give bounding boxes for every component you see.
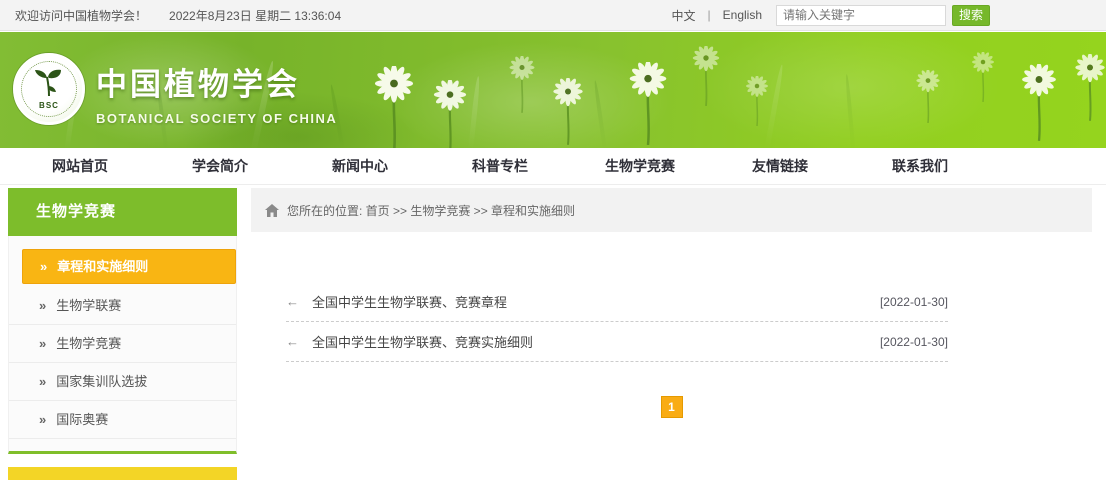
grass-blade [765, 64, 785, 148]
double-arrow-icon: » [40, 249, 47, 284]
sidebar-item-label: 国际奥赛 [56, 401, 108, 439]
daisy-icon [912, 70, 944, 123]
search-input[interactable] [776, 5, 946, 26]
daisy-icon [368, 66, 420, 148]
daisy-icon [1016, 64, 1062, 141]
topbar-right: 中文 | English 搜索 [672, 5, 991, 26]
sidebar: 生物学竞赛 » 章程和实施细则 » 生物学联赛 » 生物学竞赛 » 国家集训队选… [8, 188, 237, 454]
article-list: ← 全国中学生生物学联赛、竞赛章程 [2022-01-30] ← 全国中学生生物… [251, 232, 1092, 362]
main-content: 您所在的位置: 首页 >> 生物学竞赛 >> 章程和实施细则 ← 全国中学生生物… [251, 188, 1092, 480]
sidebar-title: 生物学竞赛 [8, 188, 237, 236]
sidebar-item-label: 章程和实施细则 [57, 249, 148, 284]
search-button[interactable]: 搜索 [952, 5, 990, 26]
logo-ring [21, 61, 77, 117]
main-nav: 网站首页 学会简介 新闻中心 科普专栏 生物学竞赛 友情链接 联系我们 [0, 148, 1106, 185]
arrow-icon: ← [286, 294, 299, 309]
site-subtitle: BOTANICAL SOCIETY OF CHINA [96, 111, 337, 126]
light-patch [390, 42, 670, 148]
page: 欢迎访问中国植物学会！ 2022年8月23日 星期二 13:36:04 中文 |… [0, 0, 1106, 480]
article-date: [2022-01-30] [880, 295, 948, 309]
nav-item-science[interactable]: 科普专栏 [430, 156, 570, 176]
home-icon [265, 204, 279, 217]
nav-item-news[interactable]: 新闻中心 [290, 156, 430, 176]
daisy-icon [742, 76, 772, 126]
lang-divider: | [708, 8, 711, 22]
double-arrow-icon: » [39, 363, 46, 401]
sidebar-item-label: 生物学竞赛 [56, 325, 121, 363]
topbar: 欢迎访问中国植物学会！ 2022年8月23日 星期二 13:36:04 中文 |… [0, 0, 1106, 31]
lang-chinese-link[interactable]: 中文 [672, 7, 696, 24]
site-title-block: 中国植物学会 BOTANICAL SOCIETY OF CHINA [96, 59, 337, 126]
site-header: BSC 中国植物学会 BOTANICAL SOCIETY OF CHINA [0, 32, 1106, 148]
light-patch [700, 32, 1000, 148]
society-logo[interactable]: BSC [13, 53, 85, 125]
sidebar-next-section [8, 467, 237, 480]
arrow-icon: ← [286, 334, 299, 349]
double-arrow-icon: » [39, 287, 46, 325]
double-arrow-icon: » [39, 325, 46, 363]
article-date: [2022-01-30] [880, 335, 948, 349]
sidebar-item-regulations[interactable]: » 章程和实施细则 [22, 249, 236, 284]
sidebar-item-biology-league[interactable]: » 生物学联赛 [9, 287, 236, 325]
nav-item-biology-competition[interactable]: 生物学竞赛 [570, 156, 710, 176]
daisy-icon [688, 46, 724, 106]
pagination: 1 [251, 396, 1092, 418]
grass-blade [845, 74, 856, 148]
daisy-icon [505, 56, 539, 113]
nav-item-home[interactable]: 网站首页 [10, 156, 150, 176]
sidebar-menu: » 章程和实施细则 » 生物学联赛 » 生物学竞赛 » 国家集训队选拔 » 国际… [8, 236, 237, 454]
daisy-icon [428, 80, 472, 148]
nav-item-contact[interactable]: 联系我们 [850, 156, 990, 176]
grass-blade [468, 76, 481, 148]
breadcrumb-label: 您所在的位置: 首页 >> 生物学竞赛 >> 章程和实施细则 [287, 202, 575, 219]
sidebar-item-biology-competition[interactable]: » 生物学竞赛 [9, 325, 236, 363]
nav-item-about[interactable]: 学会简介 [150, 156, 290, 176]
nav-item-links[interactable]: 友情链接 [710, 156, 850, 176]
daisy-icon [968, 52, 998, 102]
sidebar-item-label: 生物学联赛 [56, 287, 121, 325]
article-row: ← 全国中学生生物学联赛、竞赛实施细则 [2022-01-30] [286, 322, 948, 362]
daisy-icon [1070, 54, 1106, 121]
daisy-icon [548, 78, 588, 145]
double-arrow-icon: » [39, 401, 46, 439]
sidebar-item-label: 国家集训队选拔 [56, 363, 147, 401]
article-row: ← 全国中学生生物学联赛、竞赛章程 [2022-01-30] [286, 282, 948, 322]
pagination-page-1[interactable]: 1 [661, 396, 683, 418]
sidebar-item-national-team-selection[interactable]: » 国家集训队选拔 [9, 363, 236, 401]
site-title: 中国植物学会 [96, 59, 337, 104]
article-link-implementation-rules[interactable]: 全国中学生生物学联赛、竞赛实施细则 [312, 332, 533, 351]
lang-english-link[interactable]: English [723, 8, 762, 22]
datetime-text: 2022年8月23日 星期二 13:36:04 [169, 7, 341, 24]
daisy-icon [623, 62, 673, 145]
article-link-charter[interactable]: 全国中学生生物学联赛、竞赛章程 [312, 292, 507, 311]
welcome-text: 欢迎访问中国植物学会！ [15, 7, 147, 24]
sidebar-item-international-olympiad[interactable]: » 国际奥赛 [9, 401, 236, 439]
breadcrumb: 您所在的位置: 首页 >> 生物学竞赛 >> 章程和实施细则 [251, 188, 1092, 232]
grass-blade [593, 80, 607, 148]
